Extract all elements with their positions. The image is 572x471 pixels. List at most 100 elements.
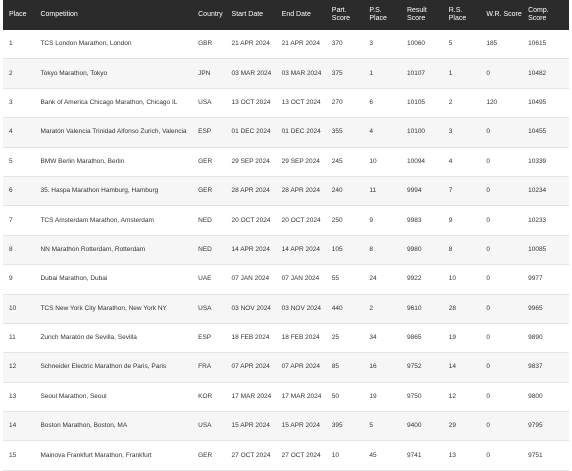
cell-competition[interactable]: Seoul Marathon, Seoul bbox=[37, 382, 196, 413]
cell-competition[interactable]: TCS New York City Marathon, New York NY bbox=[37, 294, 196, 324]
cell-place: 1 bbox=[3, 30, 38, 60]
cell-start-date: 18 FEB 2024 bbox=[228, 323, 279, 354]
cell-competition[interactable]: Schneider Electric Marathon de Paris, Pa… bbox=[37, 352, 196, 383]
cell-start-date: 20 OCT 2024 bbox=[228, 205, 279, 236]
cell-start-date: 27 OCT 2024 bbox=[228, 440, 279, 471]
cell-competition[interactable]: 35. Haspa Marathon Hamburg, Hamburg bbox=[37, 176, 196, 207]
header-country[interactable]: Country bbox=[195, 0, 228, 30]
cell-competition[interactable]: Boston Marathon, Boston, MA bbox=[37, 411, 196, 442]
cell-ps-place: 4 bbox=[366, 117, 404, 148]
cell-competition[interactable]: Zurich Maratón de Sevilla, Sevilla bbox=[37, 323, 196, 354]
cell-comp-score: 9977 bbox=[525, 264, 569, 295]
cell-wr-score: 0 bbox=[483, 58, 526, 89]
cell-comp-score: 10234 bbox=[525, 176, 569, 207]
table-row[interactable]: 15 Mainova Frankfurt Marathon, Frankfurt G… bbox=[3, 440, 569, 471]
header-competition[interactable]: Competition bbox=[37, 0, 195, 30]
cell-rs-place: 19 bbox=[445, 323, 484, 354]
cell-competition[interactable]: TCS Amsterdam Marathon, Amsterdam bbox=[37, 205, 196, 236]
cell-end-date: 18 FEB 2024 bbox=[278, 323, 329, 354]
cell-country: USA bbox=[195, 88, 229, 119]
table-row[interactable]: 7 TCS Amsterdam Marathon, Amsterdam NED 20 … bbox=[3, 205, 569, 236]
cell-competition[interactable]: Maratón Valencia Trinidad Alfonso Zurich… bbox=[37, 117, 196, 148]
cell-rs-place: 8 bbox=[445, 235, 484, 266]
header-wr-score[interactable]: W.R. Score bbox=[483, 0, 525, 30]
cell-rs-place: 5 bbox=[445, 30, 484, 60]
cell-competition[interactable]: Tokyo Marathon, Tokyo bbox=[37, 58, 196, 89]
cell-rs-place: 2 bbox=[445, 88, 484, 119]
cell-country: GER bbox=[195, 147, 229, 177]
cell-start-date: 29 SEP 2024 bbox=[228, 147, 279, 177]
cell-country: KOR bbox=[195, 382, 229, 413]
cell-wr-score: 0 bbox=[483, 176, 526, 207]
header-end-date[interactable]: End Date bbox=[279, 0, 329, 30]
table-row[interactable]: 3 Bank of America Chicago Marathon, Chica… bbox=[3, 88, 569, 119]
cell-result-score: 9752 bbox=[403, 352, 446, 383]
header-rs-place[interactable]: R.S. Place bbox=[446, 0, 484, 30]
cell-end-date: 20 OCT 2024 bbox=[278, 205, 329, 236]
cell-country: ESP bbox=[195, 117, 229, 148]
cell-country: GER bbox=[195, 440, 229, 471]
cell-ps-place: 19 bbox=[366, 382, 404, 413]
cell-result-score: 9610 bbox=[403, 294, 446, 324]
cell-start-date: 03 NOV 2024 bbox=[228, 294, 279, 324]
cell-country: NED bbox=[195, 235, 229, 266]
cell-result-score: 9994 bbox=[403, 176, 446, 207]
cell-end-date: 15 APR 2024 bbox=[278, 411, 329, 442]
header-comp-score[interactable]: Comp. Score bbox=[525, 0, 569, 30]
table-row[interactable]: 5 BMW Berlin Marathon, Berlin GER 29 SEP 20… bbox=[3, 147, 569, 177]
cell-part-score: 10 bbox=[328, 440, 367, 471]
header-start-date[interactable]: Start Date bbox=[229, 0, 279, 30]
cell-ps-place: 10 bbox=[366, 147, 404, 177]
table-row[interactable]: 1 TCS London Marathon, London GBR 21 APR 20… bbox=[3, 30, 569, 60]
table-row[interactable]: 13 Seoul Marathon, Seoul KOR 17 MAR 2024 17 … bbox=[3, 382, 569, 413]
table-row[interactable]: 6 35. Haspa Marathon Hamburg, Hamburg GER 2… bbox=[3, 176, 569, 207]
cell-competition[interactable]: TCS London Marathon, London bbox=[37, 30, 196, 60]
table-row[interactable]: 11 Zurich Maratón de Sevilla, Sevilla ESP 1… bbox=[3, 323, 569, 354]
cell-part-score: 55 bbox=[328, 264, 367, 295]
cell-start-date: 03 MAR 2024 bbox=[228, 58, 279, 89]
table-row[interactable]: 2 Tokyo Marathon, Tokyo JPN 03 MAR 2024 03 M… bbox=[3, 58, 569, 89]
cell-part-score: 395 bbox=[328, 411, 367, 442]
cell-rs-place: 14 bbox=[445, 352, 484, 383]
header-place[interactable]: Place bbox=[3, 0, 37, 30]
cell-end-date: 01 DEC 2024 bbox=[278, 117, 329, 148]
table-row[interactable]: 8 NN Marathon Rotterdam, Rotterdam NED 14 A… bbox=[3, 235, 569, 266]
cell-comp-score: 9890 bbox=[525, 323, 569, 354]
cell-end-date: 03 NOV 2024 bbox=[278, 294, 329, 324]
cell-part-score: 50 bbox=[328, 382, 367, 413]
cell-end-date: 07 JAN 2024 bbox=[278, 264, 329, 295]
cell-result-score: 10107 bbox=[403, 58, 446, 89]
cell-wr-score: 0 bbox=[483, 323, 526, 354]
table-row[interactable]: 4 Maratón Valencia Trinidad Alfonso Zuric… bbox=[3, 117, 569, 148]
cell-start-date: 14 APR 2024 bbox=[228, 235, 279, 266]
cell-result-score: 10094 bbox=[403, 147, 446, 177]
cell-comp-score: 9795 bbox=[525, 411, 569, 442]
cell-country: NED bbox=[195, 205, 229, 236]
cell-rs-place: 7 bbox=[445, 176, 484, 207]
cell-competition[interactable]: Mainova Frankfurt Marathon, Frankfurt bbox=[37, 440, 196, 471]
table-row[interactable]: 14 Boston Marathon, Boston, MA USA 15 APR 2… bbox=[3, 411, 569, 442]
cell-result-score: 9865 bbox=[403, 323, 446, 354]
cell-ps-place: 5 bbox=[366, 411, 404, 442]
cell-part-score: 355 bbox=[328, 117, 367, 148]
table-row[interactable]: 9 Dubai Marathon, Dubai UAE 07 JAN 2024 07 J… bbox=[3, 264, 569, 295]
cell-ps-place: 45 bbox=[366, 440, 404, 471]
cell-result-score: 9741 bbox=[403, 440, 446, 471]
cell-place: 11 bbox=[3, 323, 38, 354]
table-row[interactable]: 10 TCS New York City Marathon, New York N… bbox=[3, 294, 569, 324]
cell-competition[interactable]: NN Marathon Rotterdam, Rotterdam bbox=[37, 235, 196, 266]
cell-competition[interactable]: Dubai Marathon, Dubai bbox=[37, 264, 196, 295]
header-ps-place[interactable]: P.S. Place bbox=[366, 0, 404, 30]
table-row[interactable]: 12 Schneider Electric Marathon de Paris, … bbox=[3, 352, 569, 383]
cell-wr-score: 0 bbox=[483, 117, 526, 148]
cell-wr-score: 185 bbox=[483, 30, 526, 60]
competition-rankings-table: Place Competition Country Start Date End… bbox=[3, 0, 569, 471]
cell-competition[interactable]: BMW Berlin Marathon, Berlin bbox=[37, 147, 196, 177]
cell-country: GBR bbox=[195, 30, 229, 60]
cell-result-score: 9983 bbox=[403, 205, 446, 236]
cell-country: UAE bbox=[195, 264, 229, 295]
header-result-score[interactable]: Result Score bbox=[404, 0, 446, 30]
cell-competition[interactable]: Bank of America Chicago Marathon, Chicag… bbox=[37, 88, 196, 119]
cell-start-date: 07 APR 2024 bbox=[228, 352, 279, 383]
header-part-score[interactable]: Part. Score bbox=[329, 0, 367, 30]
